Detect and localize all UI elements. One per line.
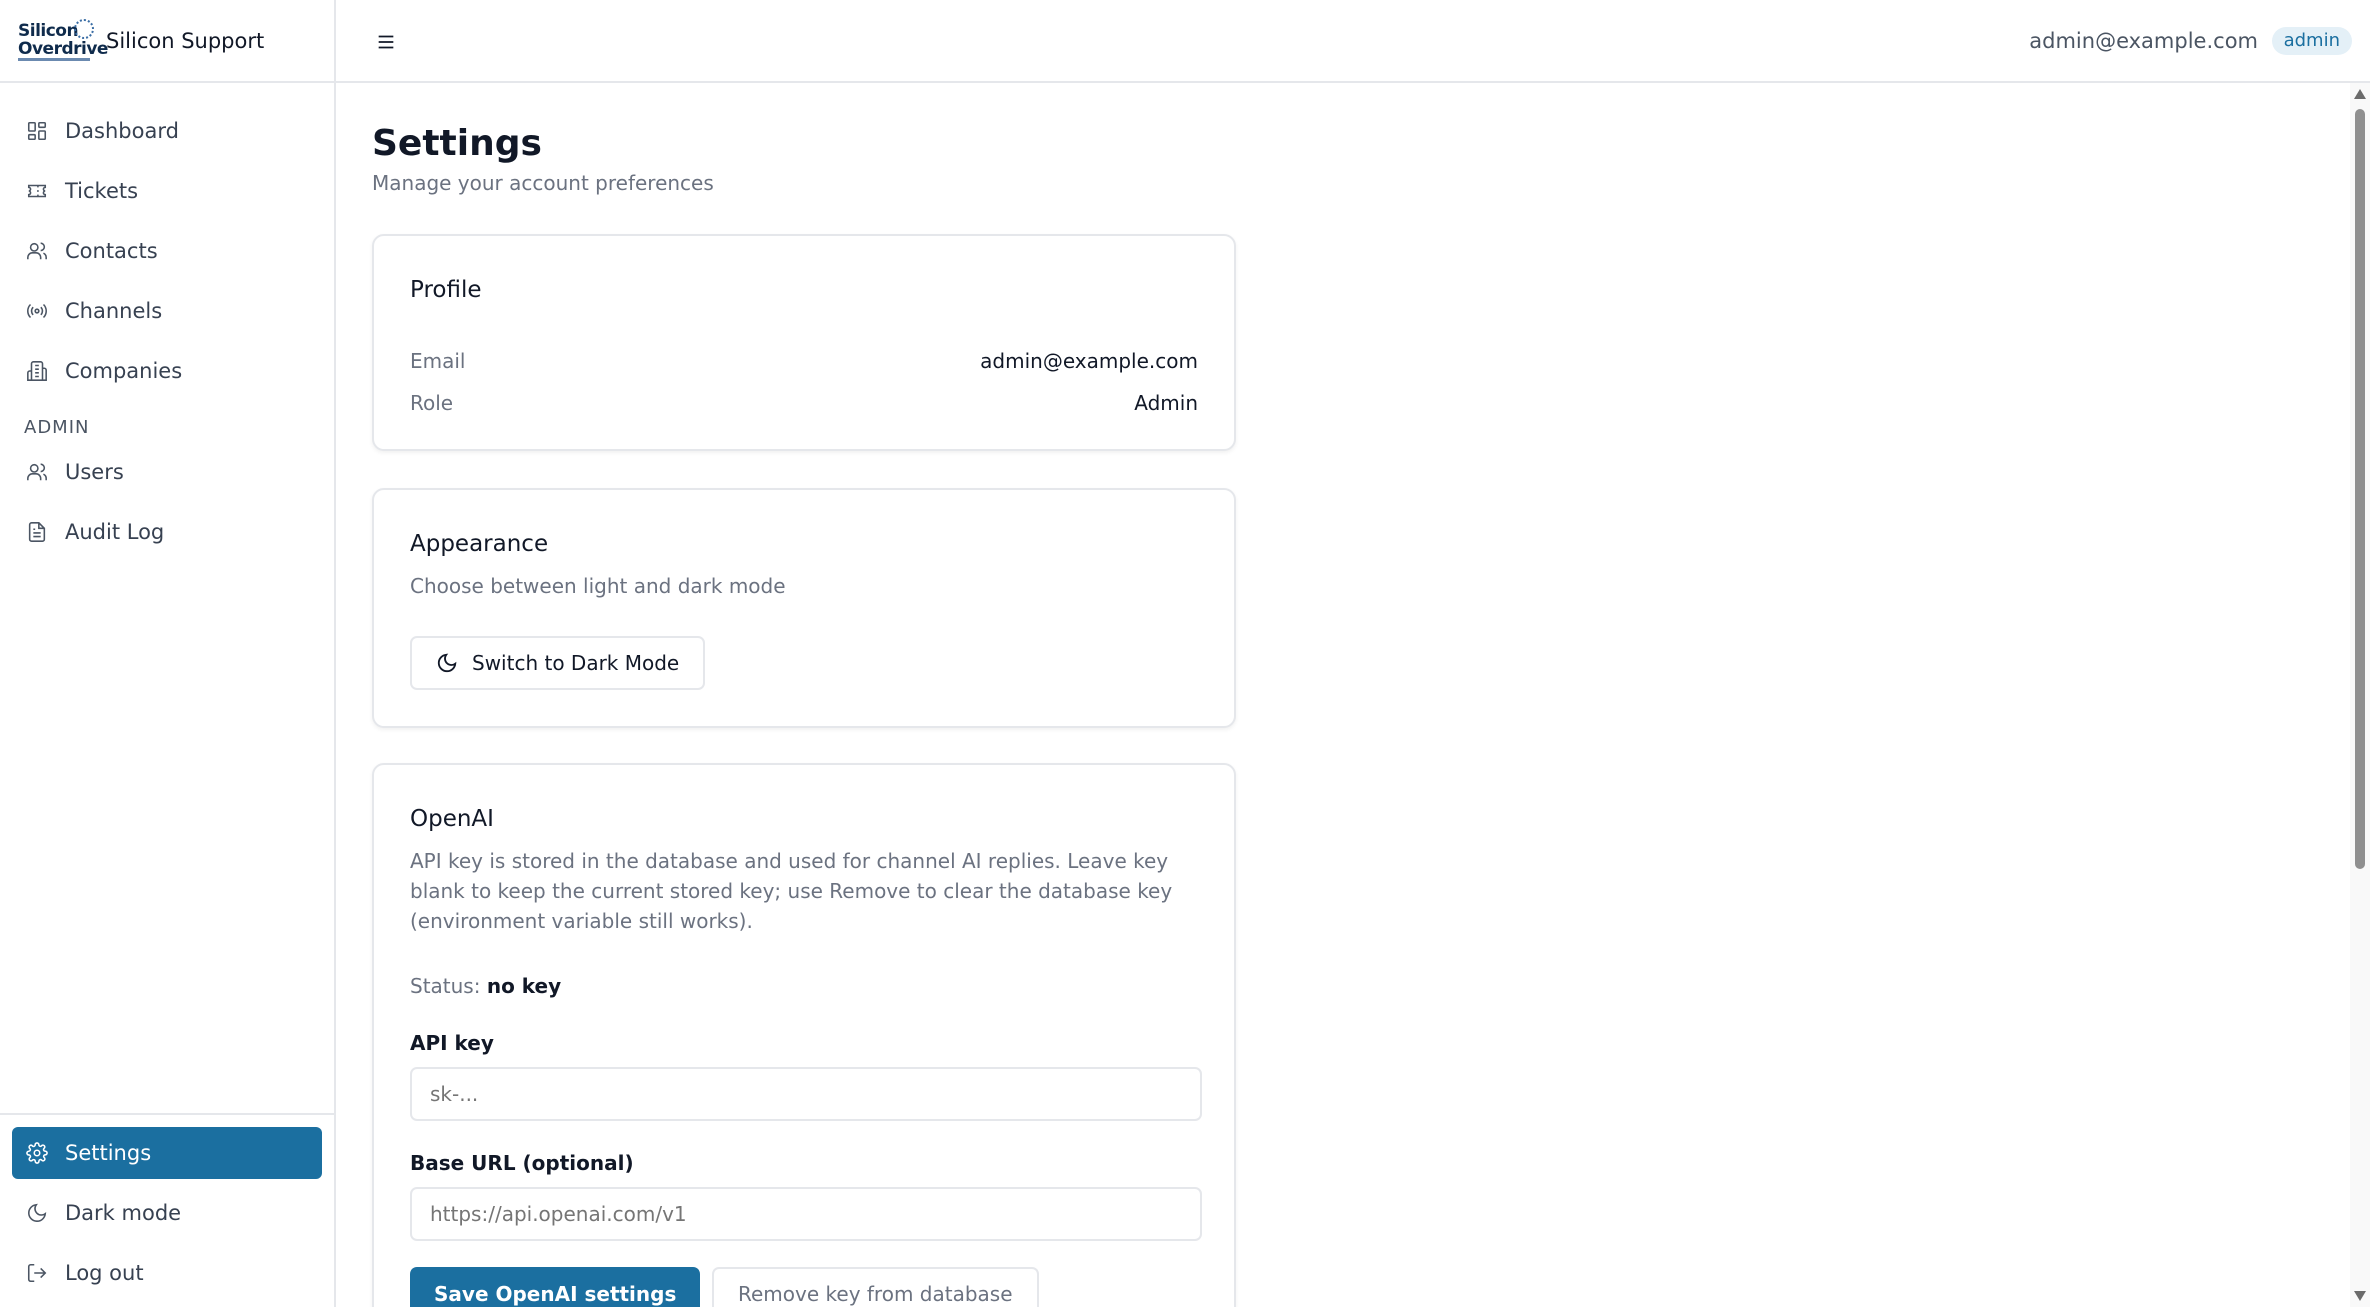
status-label: Status: — [410, 974, 481, 998]
sidebar-item-label: Channels — [65, 299, 163, 323]
sidebar-item-users[interactable]: Users — [12, 446, 322, 498]
sidebar-item-label: Log out — [65, 1261, 144, 1285]
user-email: admin@example.com — [2029, 29, 2258, 53]
role-label: Role — [410, 391, 454, 415]
menu-toggle-button[interactable] — [372, 28, 400, 56]
sidebar-item-tickets[interactable]: Tickets — [12, 165, 322, 217]
main-nav: Dashboard Tickets Contacts Channels Comp… — [0, 83, 334, 558]
sidebar-item-label: Users — [65, 460, 124, 484]
sidebar-item-label: Dark mode — [65, 1201, 182, 1225]
base-url-input[interactable] — [410, 1187, 1202, 1241]
sidebar: Silicon Overdrive Silicon Support Dashbo… — [0, 0, 336, 1307]
sidebar-item-settings[interactable]: Settings — [12, 1127, 322, 1179]
sidebar-item-label: Contacts — [65, 239, 158, 263]
sidebar-item-label: Settings — [65, 1141, 152, 1165]
appearance-card: Appearance Choose between light and dark… — [372, 488, 1236, 728]
logo-line1: Silicon — [18, 20, 79, 41]
profile-card: Profile Email admin@example.com Role Adm… — [372, 234, 1236, 451]
main-scrollbar[interactable] — [2350, 83, 2370, 1307]
building-icon — [25, 359, 49, 383]
save-openai-settings-button[interactable]: Save OpenAI settings — [410, 1267, 701, 1307]
main-content: Settings Manage your account preferences… — [336, 83, 2350, 1307]
sidebar-item-label: Tickets — [65, 179, 139, 203]
sidebar-item-log-out[interactable]: Log out — [12, 1247, 322, 1299]
logout-icon — [25, 1261, 49, 1285]
sidebar-item-dark-mode[interactable]: Dark mode — [12, 1187, 322, 1239]
scroll-up-arrow-icon[interactable] — [2354, 89, 2366, 99]
page-title: Settings — [372, 123, 542, 164]
scroll-thumb[interactable] — [2355, 109, 2365, 869]
hamburger-icon — [378, 35, 394, 49]
email-label: Email — [410, 349, 466, 373]
radio-icon — [25, 299, 49, 323]
email-value: admin@example.com — [980, 349, 1198, 373]
dashboard-icon — [25, 119, 49, 143]
sidebar-footer: Settings Dark mode Log out — [0, 1113, 334, 1307]
dark-mode-toggle-label: Switch to Dark Mode — [472, 651, 680, 675]
admin-section-label: ADMIN — [24, 417, 90, 438]
logo-emblem — [74, 18, 94, 39]
openai-card: OpenAI API key is stored in the database… — [372, 763, 1236, 1307]
sidebar-item-companies[interactable]: Companies — [12, 345, 322, 397]
role-badge: admin — [2271, 27, 2352, 55]
status-value: no key — [486, 974, 562, 998]
appearance-title: Appearance — [410, 531, 549, 557]
dark-mode-toggle-button[interactable]: Switch to Dark Mode — [410, 636, 706, 690]
users-icon — [25, 460, 49, 484]
file-icon — [25, 520, 49, 544]
brand[interactable]: Silicon Overdrive Silicon Support — [0, 0, 334, 83]
moon-icon — [25, 1201, 49, 1225]
company-logo: Silicon Overdrive — [18, 18, 108, 63]
sidebar-item-dashboard[interactable]: Dashboard — [12, 105, 322, 157]
page-subtitle: Manage your account preferences — [372, 171, 714, 195]
sidebar-item-label: Companies — [65, 359, 183, 383]
sidebar-item-audit-log[interactable]: Audit Log — [12, 506, 322, 558]
moon-icon — [437, 653, 457, 673]
openai-status: Status: no key — [410, 974, 561, 998]
gear-icon — [25, 1141, 49, 1165]
sidebar-item-label: Dashboard — [65, 119, 179, 143]
logo-underline — [18, 57, 90, 61]
openai-description: API key is stored in the database and us… — [410, 849, 1173, 933]
app-name: Silicon Support — [106, 28, 265, 53]
sidebar-item-channels[interactable]: Channels — [12, 285, 322, 337]
base-url-label: Base URL (optional) — [410, 1151, 634, 1175]
api-key-input[interactable] — [410, 1067, 1202, 1121]
openai-title: OpenAI — [410, 806, 494, 832]
profile-title: Profile — [410, 277, 482, 303]
remove-key-button[interactable]: Remove key from database — [712, 1267, 1039, 1307]
ticket-icon — [25, 179, 49, 203]
topbar: admin@example.com admin — [336, 0, 2370, 83]
logo-line2: Overdrive — [18, 38, 108, 59]
sidebar-item-contacts[interactable]: Contacts — [12, 225, 322, 277]
api-key-label: API key — [410, 1031, 494, 1055]
scroll-down-arrow-icon[interactable] — [2354, 1291, 2366, 1301]
sidebar-item-label: Audit Log — [65, 520, 165, 544]
role-value: Admin — [1134, 391, 1198, 415]
users-icon — [25, 239, 49, 263]
appearance-description: Choose between light and dark mode — [410, 574, 786, 598]
